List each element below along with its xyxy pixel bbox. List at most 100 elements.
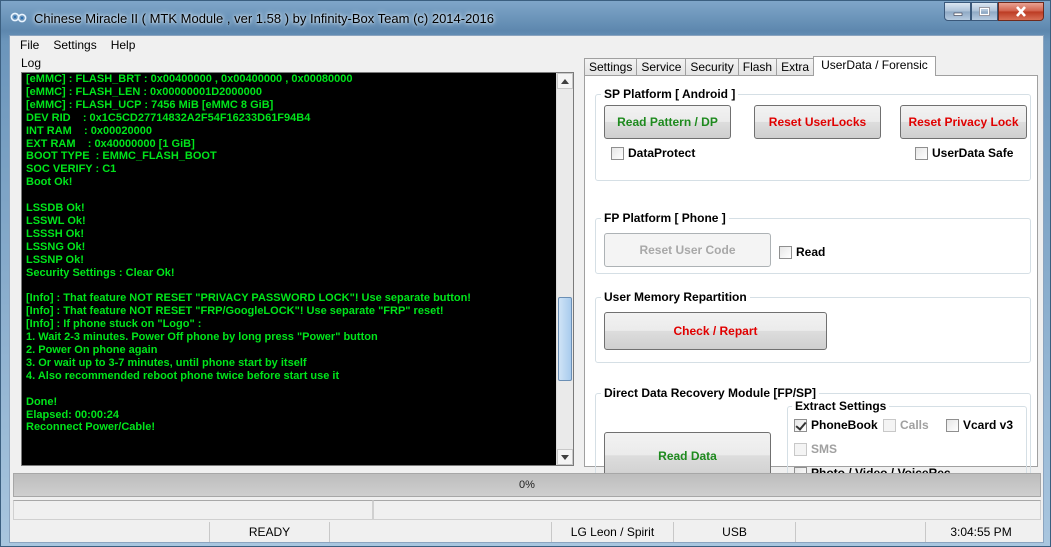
close-icon (1016, 6, 1026, 17)
log-line: [Info] : That feature NOT RESET "PRIVACY… (26, 292, 471, 305)
log-line: LSSNG Ok! (26, 240, 86, 253)
user-memory-title: User Memory Repartition (601, 290, 750, 304)
arrow-down-icon (561, 454, 569, 460)
app-window: Chinese Miracle II ( MTK Module , ver 1.… (0, 0, 1051, 547)
tab-service[interactable]: Service (636, 58, 687, 76)
status-state: READY (210, 522, 330, 542)
log-line: LSSDB Ok! (26, 202, 85, 215)
log-line: Done! (26, 395, 58, 408)
scroll-thumb[interactable] (558, 297, 572, 381)
progress-bar: 0% (13, 473, 1041, 497)
log-line: Security Settings : Clear Ok! (26, 266, 175, 279)
userdata-safe-checkbox[interactable]: UserData Safe (915, 146, 1013, 160)
dataprotect-box (611, 146, 624, 160)
status-empty (10, 522, 210, 542)
sp-platform-title: SP Platform [ Android ] (601, 87, 739, 101)
menu-settings[interactable]: Settings (46, 38, 103, 52)
data-recovery-title: Direct Data Recovery Module [FP/SP] (601, 386, 820, 400)
log-line: [eMMC] : FLASH_BRT : 0x00400000 , 0x0040… (26, 73, 353, 85)
sms-box (794, 442, 807, 456)
calls-checkbox[interactable]: Calls (883, 418, 929, 432)
progress-text: 0% (519, 479, 535, 491)
read-pattern-button[interactable]: Read Pattern / DP (604, 105, 731, 139)
log-line: Boot Ok! (26, 176, 73, 189)
log-line: LSSWL Ok! (26, 214, 86, 227)
status-empty (330, 522, 552, 542)
fp-platform-group: FP Platform [ Phone ] Reset User Code Re… (595, 211, 1031, 274)
fp-read-box (779, 245, 792, 259)
check-repart-button[interactable]: Check / Repart (604, 312, 827, 350)
log-line: Elapsed: 00:00:24 (26, 408, 119, 421)
tab-security[interactable]: Security (685, 58, 739, 76)
vcard-box (946, 418, 959, 432)
calls-label: Calls (900, 418, 929, 432)
maximize-button[interactable] (971, 2, 998, 21)
log-scrollbar[interactable] (556, 73, 573, 465)
log-line: 3. Or wait up to 3-7 minutes, until phon… (26, 356, 307, 369)
log-line: INT RAM : 0x00020000 (26, 124, 152, 137)
user-memory-group: User Memory Repartition Check / Repart (595, 290, 1031, 363)
dataprotect-checkbox[interactable]: DataProtect (611, 146, 695, 160)
reset-userlocks-button[interactable]: Reset UserLocks (754, 105, 881, 139)
log-line: 4. Also recommended reboot phone twice b… (26, 369, 340, 382)
userdata-safe-box (915, 146, 928, 160)
vcard-label: Vcard v3 (963, 418, 1014, 432)
minimize-icon (953, 12, 962, 16)
status-bar: READY LG Leon / Spirit USB 3:04:55 PM (10, 521, 1043, 543)
status-port: USB (674, 522, 796, 542)
infinity-logo-icon (10, 12, 27, 23)
sms-checkbox[interactable]: SMS (794, 442, 837, 456)
userdata-forensic-page: SP Platform [ Android ] Read Pattern / D… (584, 75, 1038, 496)
log-label: Log (21, 56, 42, 70)
fp-platform-title: FP Platform [ Phone ] (601, 211, 729, 225)
log-line: 2. Power On phone again (26, 344, 158, 357)
log-line: LSSNP Ok! (26, 253, 84, 266)
status-time: 3:04:55 PM (950, 525, 1012, 539)
log-line: BOOT TYPE : EMMC_FLASH_BOOT (26, 150, 217, 163)
scroll-down-button[interactable] (557, 449, 573, 465)
main-area: File Settings Help Log [eMMC] : FLASH_BR… (9, 35, 1044, 543)
log-console[interactable]: [eMMC] : FLASH_BRT : 0x00400000 , 0x0040… (21, 72, 574, 466)
menu-help[interactable]: Help (104, 38, 143, 52)
log-line: LSSSH Ok! (26, 227, 85, 240)
vcard-checkbox[interactable]: Vcard v3 (946, 418, 1013, 432)
reset-user-code-button[interactable]: Reset User Code (604, 233, 771, 267)
read-data-button[interactable]: Read Data (604, 432, 771, 479)
title-bar[interactable]: Chinese Miracle II ( MTK Module , ver 1.… (1, 1, 1050, 35)
phonebook-checkbox[interactable]: PhoneBook (794, 418, 878, 432)
phonebook-label: PhoneBook (811, 418, 878, 432)
calls-box (883, 418, 896, 432)
info-row (13, 500, 1041, 520)
info-cell (13, 500, 373, 520)
log-text: [eMMC] : FLASH_BRT : 0x00400000 , 0x0040… (26, 73, 554, 434)
fp-read-checkbox[interactable]: Read (779, 245, 825, 259)
tab-flash[interactable]: Flash (737, 58, 778, 76)
tab-userdata-forensic[interactable]: UserData / Forensic (813, 56, 936, 76)
dataprotect-label: DataProtect (628, 146, 696, 160)
reset-privacy-lock-button[interactable]: Reset Privacy Lock (900, 105, 1027, 139)
log-line: 1. Wait 2-3 minutes. Power Off phone by … (26, 331, 378, 344)
log-line: [Info] : That feature NOT RESET "FRP/Goo… (26, 305, 444, 318)
menu-file[interactable]: File (13, 38, 46, 52)
log-line: Reconnect Power/Cable! (26, 421, 155, 434)
scroll-up-button[interactable] (557, 73, 573, 89)
log-line: [Info] : If phone stuck on "Logo" : (26, 318, 202, 331)
fp-read-label: Read (796, 245, 826, 259)
status-empty (796, 522, 926, 542)
tab-settings[interactable]: Settings (584, 58, 638, 76)
arrow-up-icon (561, 78, 569, 84)
log-line: EXT RAM : 0x40000000 [1 GiB] (26, 137, 195, 150)
close-button[interactable] (998, 2, 1044, 21)
status-device: LG Leon / Spirit (552, 522, 674, 542)
info-cell (373, 500, 1041, 520)
log-line: DEV RID : 0x1C5CD27714832A2F54F16233D61F… (26, 111, 311, 124)
extract-settings-title: Extract Settings (792, 399, 890, 413)
sms-label: SMS (811, 442, 838, 456)
tab-strip: Settings Service Security Flash Extra Us… (584, 56, 936, 76)
minimize-button[interactable] (944, 2, 971, 21)
log-line: SOC VERIFY : C1 (26, 163, 117, 176)
tab-extra[interactable]: Extra (776, 58, 815, 76)
